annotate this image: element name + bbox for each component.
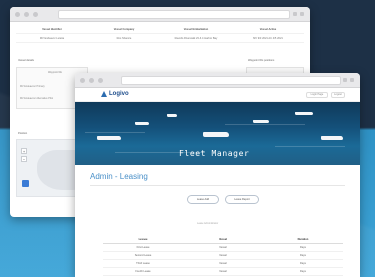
toolbar-control-icon[interactable]: [293, 12, 297, 16]
table-cell: Vessel: [219, 270, 227, 273]
table-cell: Days: [300, 254, 306, 257]
table-cell: MV Endeavor Lutetia: [39, 36, 65, 40]
login-button[interactable]: Login Page: [306, 92, 328, 98]
table-cell: MV 9/3 2021 AC 4/5 2021: [253, 36, 283, 40]
close-window-button[interactable]: [80, 78, 85, 83]
toolbar-controls: [293, 12, 304, 16]
brand-name: Logivo: [109, 91, 129, 97]
yacht-image: [135, 122, 149, 125]
app-header: Logivo Login Page Logout: [75, 88, 360, 102]
vessel-table: Vessel Identifier Vessel Company Vessel …: [16, 25, 304, 43]
table-cell: Days: [300, 262, 306, 265]
column-header[interactable]: Lessee: [103, 238, 183, 241]
column-header[interactable]: Duration: [263, 238, 343, 241]
section-label-left: Vessel details: [18, 59, 34, 62]
water-ripple: [275, 146, 345, 147]
map-landmass: [37, 150, 77, 190]
zoom-in-button[interactable]: +: [21, 148, 27, 154]
box-line: MV Endeavour Primary: [20, 85, 45, 88]
map-label: Position: [18, 132, 28, 135]
hero-title: Fleet Manager: [179, 149, 250, 158]
section-label-right: Waypoint IDs positions: [248, 59, 275, 62]
address-bar[interactable]: [58, 10, 290, 19]
toolbar-control-icon[interactable]: [300, 12, 304, 16]
yacht-image: [203, 132, 229, 137]
table-cell: Vessel: [219, 262, 227, 265]
yacht-image: [295, 112, 313, 115]
box-line: MV Endeavour Alternative Pilot: [20, 97, 53, 100]
lease-report-button[interactable]: Lease Report: [225, 195, 259, 204]
yacht-image: [321, 136, 343, 140]
minimize-window-button[interactable]: [24, 12, 29, 17]
table-cell: Ravello Riverwalk 23 & 4 Harbor Bay: [174, 36, 218, 40]
zoom-out-button[interactable]: −: [21, 156, 27, 162]
column-header: Vessel Company: [113, 27, 135, 31]
brand-logo[interactable]: Logivo: [101, 91, 129, 97]
table-cell: Second Lease: [134, 254, 152, 257]
yacht-image: [253, 120, 269, 123]
table-cell: Days: [300, 246, 306, 249]
table-row[interactable]: Fourth Lease Vessel Days: [103, 268, 343, 276]
window-controls: [80, 78, 103, 83]
column-header: Vessel Embarkation: [183, 27, 209, 31]
table-cell: Ros Shanice: [116, 36, 132, 40]
table-cell: Vessel: [219, 246, 227, 249]
title-divider: [90, 185, 345, 186]
address-bar[interactable]: [121, 76, 341, 85]
yacht-image: [97, 136, 121, 140]
box-line: Waypoint NE: [48, 71, 62, 74]
front-browser-window: Logivo Login Page Logout Fleet Manager A…: [75, 73, 360, 277]
minimize-window-button[interactable]: [89, 78, 94, 83]
front-window-titlebar: [75, 73, 360, 88]
yacht-image: [167, 114, 177, 117]
maximize-window-button[interactable]: [33, 12, 38, 17]
table-header-row: Vessel Identifier Vessel Company Vessel …: [16, 25, 304, 34]
logo-icon: [101, 91, 107, 97]
logout-button[interactable]: Logout: [331, 92, 345, 98]
close-window-button[interactable]: [15, 12, 20, 17]
table-header-row: Lessee Vessel Duration: [103, 236, 343, 244]
table-row[interactable]: Third Lease Vessel Days: [103, 260, 343, 268]
toolbar-controls: [343, 78, 354, 82]
table-cell: Third Lease: [136, 262, 150, 265]
table-row[interactable]: MV Endeavor Lutetia Ros Shanice Ravello …: [16, 34, 304, 43]
column-header[interactable]: Vessel: [183, 238, 263, 241]
table-cell: Fourth Lease: [135, 270, 151, 273]
table-cell: First Lease: [136, 246, 150, 249]
column-header: Vessel Active: [259, 27, 277, 31]
column-header: Vessel Identifier: [42, 27, 62, 31]
hero-banner: Fleet Manager: [75, 102, 360, 165]
table-row[interactable]: Second Lease Vessel Days: [103, 252, 343, 260]
maximize-window-button[interactable]: [98, 78, 103, 83]
toolbar-control-icon[interactable]: [350, 78, 354, 82]
table-cell: Days: [300, 270, 306, 273]
toolbar-control-icon[interactable]: [343, 78, 347, 82]
position-map[interactable]: + −: [16, 139, 78, 197]
water-ripple: [225, 124, 305, 125]
back-window-titlebar: [10, 7, 310, 22]
lease-add-button[interactable]: Lease Add: [187, 195, 219, 204]
table-cell: Vessel: [219, 254, 227, 257]
lease-table: Lessee Vessel Duration First Lease Vesse…: [103, 236, 343, 276]
vessel-marker-icon[interactable]: [22, 180, 29, 187]
page-title: Admin - Leasing: [90, 172, 148, 181]
section-note: Lease Administrator: [197, 222, 219, 225]
window-controls: [15, 12, 38, 17]
table-row[interactable]: First Lease Vessel Days: [103, 244, 343, 252]
water-ripple: [85, 132, 145, 133]
